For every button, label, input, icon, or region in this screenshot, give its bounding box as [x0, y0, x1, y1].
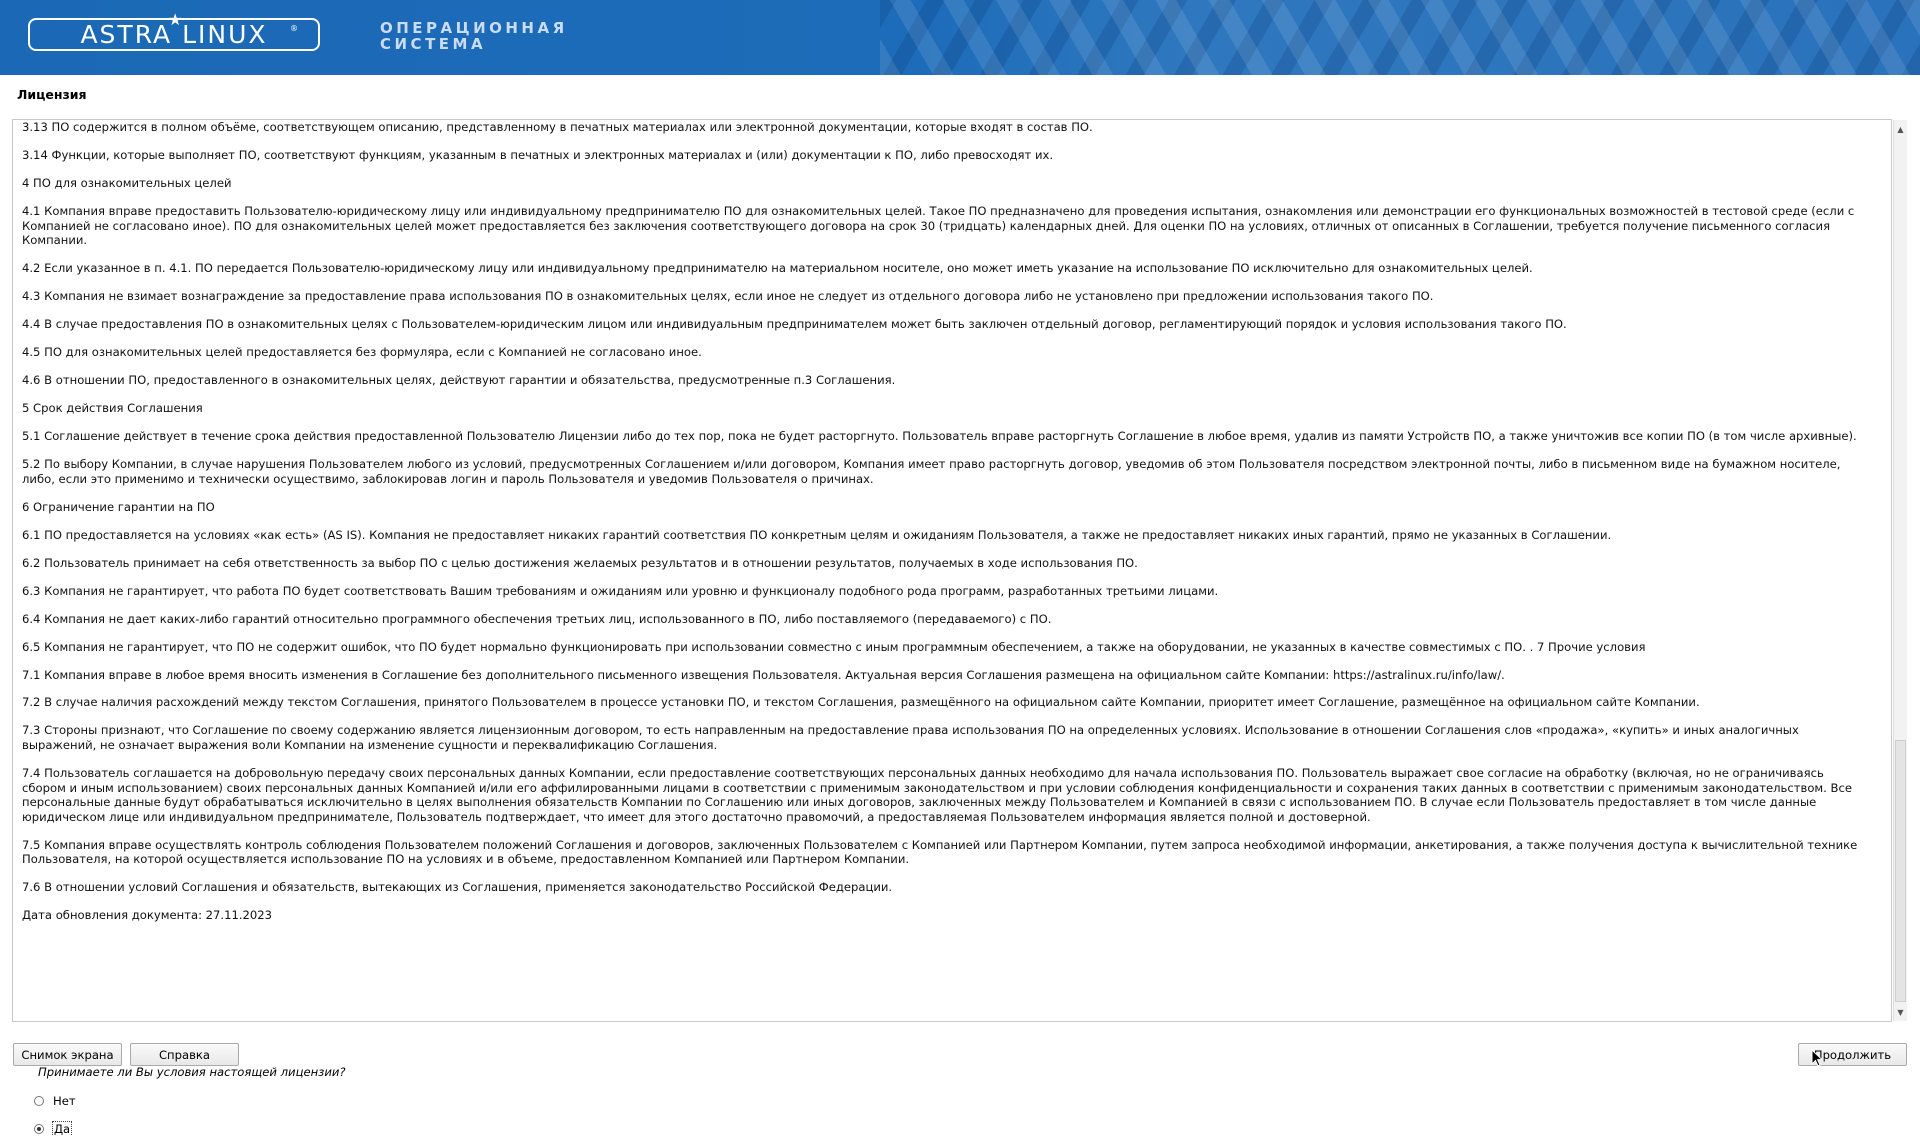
radio-option-yes[interactable]: Да — [34, 1121, 73, 1136]
license-paragraph: 7.2 В случае наличия расхождений между т… — [22, 695, 1700, 710]
license-paragraph: 4.3 Компания не взимает вознаграждение з… — [22, 289, 1434, 304]
license-paragraph: 6.3 Компания не гарантирует, что работа … — [22, 583, 1219, 598]
license-paragraph: 7.4 Пользователь соглашается на добровол… — [22, 766, 1853, 824]
license-paragraph: 5.2 По выбору Компании, в случае нарушен… — [22, 457, 1841, 486]
license-question: Принимаете ли Вы условия настоящей лицен… — [38, 1065, 346, 1079]
screenshot-button[interactable]: Снимок экрана — [13, 1043, 122, 1066]
license-paragraph: 6 Ограничение гарантии на ПО — [22, 499, 215, 514]
radio-option-no[interactable]: Нет — [34, 1094, 76, 1108]
radio-yes-circle[interactable] — [34, 1124, 44, 1134]
mouse-cursor-icon — [1811, 1049, 1823, 1067]
banner-subtitle: ОПЕРАЦИОННАЯ СИСТЕМА — [380, 20, 568, 52]
license-paragraph: 6.4 Компания не дает каких-либо гарантий… — [22, 611, 1052, 626]
license-paragraph: 3.13 ПО содержится в полном объёме, соот… — [22, 120, 1093, 134]
logo-text: ASTRA LINUX — [80, 20, 268, 49]
header-banner: ★ ASTRA LINUX ® ОПЕРАЦИОННАЯ СИСТЕМА — [0, 0, 1920, 75]
license-paragraph: 4.6 В отношении ПО, предоставленного в о… — [22, 373, 896, 388]
license-paragraph: 5 Срок действия Соглашения — [22, 401, 203, 416]
help-button[interactable]: Справка — [130, 1043, 239, 1066]
license-paragraph: 4.1 Компания вправе предоставить Пользов… — [22, 203, 1855, 248]
page-title: Лицензия — [17, 87, 87, 102]
registered-mark: ® — [290, 24, 298, 33]
vertical-scrollbar[interactable]: ▲ ▼ — [1893, 120, 1907, 1021]
radio-no-label[interactable]: Нет — [53, 1094, 76, 1108]
license-paragraph: 4 ПО для ознакомительных целей — [22, 175, 232, 190]
license-paragraph: 6.2 Пользователь принимает на себя ответ… — [22, 555, 1138, 570]
license-paragraph: 4.2 Если указанное в п. 4.1. ПО передает… — [22, 261, 1533, 276]
astra-linux-logo: ★ ASTRA LINUX ® — [28, 10, 320, 51]
license-paragraph: 7.1 Компания вправе в любое время вносит… — [22, 667, 1505, 682]
license-paragraph: Дата обновления документа: 27.11.2023 — [22, 908, 273, 923]
scrollbar-thumb[interactable] — [1895, 740, 1906, 1002]
banner-pattern — [880, 0, 1920, 75]
license-paragraph: 4.4 В случае предоставления ПО в ознаком… — [22, 317, 1567, 332]
scroll-down-icon[interactable]: ▼ — [1894, 1005, 1907, 1019]
subtitle-line-1: ОПЕРАЦИОННАЯ — [380, 19, 568, 37]
license-text-area[interactable]: 3.13 ПО содержится в полном объёме, соот… — [12, 119, 1892, 1136]
radio-no-circle[interactable] — [34, 1096, 44, 1106]
subtitle-line-2: СИСТЕМА — [380, 35, 487, 53]
license-paragraph: 5.1 Соглашение действует в течение срока… — [22, 429, 1857, 444]
license-paragraph: 7.6 В отношении условий Соглашения и обя… — [22, 880, 893, 895]
radio-yes-label[interactable]: Да — [51, 1121, 73, 1136]
license-paragraph: 3.14 Функции, которые выполняет ПО, соот… — [22, 147, 1054, 162]
license-paragraph: 6.1 ПО предоставляется на условиях «как … — [22, 527, 1612, 542]
license-paragraph: 7.3 Стороны признают, что Соглашение по … — [22, 723, 1799, 753]
license-text: 3.13 ПО содержится в полном объёме, соот… — [22, 120, 1870, 936]
license-paragraph: 6.5 Компания не гарантирует, что ПО не с… — [22, 639, 1646, 654]
scroll-up-icon[interactable]: ▲ — [1894, 122, 1907, 136]
license-paragraph: 7.5 Компания вправе осуществлять контрол… — [22, 837, 1858, 867]
license-paragraph: 4.5 ПО для ознакомительных целей предост… — [22, 345, 702, 360]
